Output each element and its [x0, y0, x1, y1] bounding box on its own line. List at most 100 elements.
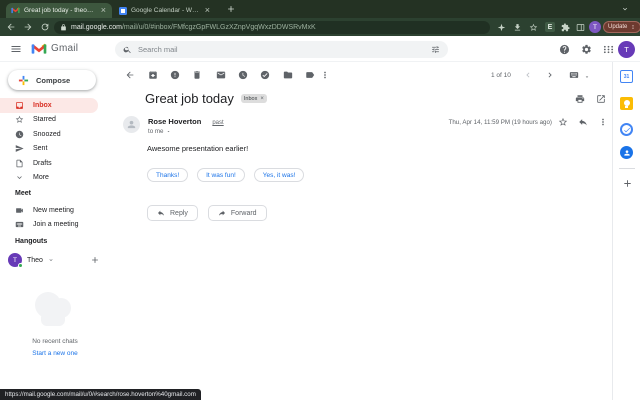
- search-bar[interactable]: [115, 41, 448, 58]
- multicolor-plus-icon: [18, 75, 29, 85]
- sidebar-item-sent[interactable]: Sent: [0, 142, 98, 157]
- sparkle-icon[interactable]: [497, 23, 506, 32]
- calendar-favicon: [119, 6, 127, 15]
- contacts-app-icon[interactable]: [620, 146, 633, 159]
- reply-arrow-icon[interactable]: [578, 117, 588, 127]
- tab-search-chevron-icon[interactable]: [621, 5, 629, 13]
- sidebar-item-starred[interactable]: Starred: [0, 113, 98, 128]
- browser-profile-avatar[interactable]: T: [589, 21, 601, 33]
- more-options-icon[interactable]: [320, 70, 330, 80]
- print-icon[interactable]: [575, 94, 585, 104]
- new-meeting-item[interactable]: New meeting: [0, 203, 110, 218]
- keep-app-icon[interactable]: [620, 97, 633, 110]
- empty-chats-illustration: [33, 290, 73, 328]
- input-tools-keyboard-icon[interactable]: [568, 70, 580, 80]
- reload-icon[interactable]: [40, 22, 50, 32]
- extension-e-icon[interactable]: E: [545, 22, 555, 32]
- star-message-icon[interactable]: [558, 117, 568, 127]
- delete-icon[interactable]: [192, 70, 202, 80]
- forward-label: Forward: [230, 209, 257, 217]
- input-tools-caret-icon[interactable]: [584, 72, 590, 82]
- new-meeting-label: New meeting: [33, 206, 74, 214]
- join-meeting-label: Join a meeting: [33, 221, 79, 229]
- tab-close-icon[interactable]: ×: [100, 6, 107, 15]
- search-input[interactable]: [138, 45, 425, 54]
- settings-gear-icon[interactable]: [581, 44, 592, 55]
- labels-icon[interactable]: [305, 70, 315, 80]
- lock-icon: [61, 23, 66, 30]
- smart-reply-chip[interactable]: Yes, it was!: [253, 168, 305, 182]
- sender-name: Rose Hoverton: [148, 117, 202, 126]
- tasks-app-icon[interactable]: [620, 123, 633, 136]
- label-remove-icon[interactable]: ×: [260, 96, 264, 102]
- older-chevron-icon[interactable]: [545, 70, 555, 80]
- update-button[interactable]: Update: [603, 21, 640, 33]
- tab-title: Great job today - theodore.bi: [24, 7, 96, 14]
- back-to-inbox-icon[interactable]: [125, 70, 135, 80]
- extensions-puzzle-icon[interactable]: [561, 22, 570, 32]
- recipient-details-toggle[interactable]: to me: [148, 128, 171, 135]
- apps-grid-icon[interactable]: [603, 44, 614, 55]
- main-menu-icon[interactable]: [10, 43, 22, 55]
- video-camera-icon: [16, 208, 23, 213]
- mark-unread-icon[interactable]: [216, 70, 226, 80]
- chevron-down-icon: [49, 259, 53, 261]
- star-icon: [15, 116, 24, 124]
- email-body: Awesome presentation earlier!: [147, 144, 249, 153]
- side-panel-divider: [619, 168, 635, 169]
- hangouts-user-row[interactable]: T Theo: [0, 252, 110, 268]
- message-more-icon[interactable]: [598, 117, 608, 127]
- report-spam-icon[interactable]: [170, 70, 180, 80]
- forward-icon[interactable]: [23, 22, 33, 32]
- sender-detail-link[interactable]: past: [212, 120, 223, 126]
- start-new-chat-link[interactable]: Start a new one: [0, 350, 110, 357]
- sidebar-item-drafts[interactable]: Drafts: [0, 156, 98, 171]
- help-icon[interactable]: [559, 44, 570, 55]
- calendar-app-icon[interactable]: 31: [620, 70, 633, 83]
- add-to-tasks-icon[interactable]: [260, 70, 270, 80]
- compose-button[interactable]: Compose: [8, 70, 96, 90]
- new-tab-button[interactable]: [226, 4, 236, 14]
- open-in-new-icon[interactable]: [596, 94, 606, 104]
- back-icon[interactable]: [6, 22, 16, 32]
- new-conversation-icon[interactable]: [90, 255, 100, 265]
- address-bar[interactable]: mail.google.com/mail/u/0/#inbox/FMfcgzGp…: [54, 20, 490, 34]
- gmail-sidebar: Compose Inbox Starred Snoozed Sent Draft…: [0, 62, 110, 400]
- smart-reply-chip[interactable]: Thanks!: [147, 168, 189, 182]
- presence-dot: [18, 263, 23, 268]
- forward-button[interactable]: Forward: [207, 205, 267, 221]
- smart-reply-chip[interactable]: It was fun!: [197, 168, 245, 182]
- sender-avatar: [123, 116, 140, 133]
- sidebar-item-inbox[interactable]: Inbox: [0, 98, 98, 113]
- hangouts-user-name: Theo: [27, 256, 43, 264]
- search-tune-icon[interactable]: [431, 45, 440, 54]
- gmail-wordmark: Gmail: [51, 43, 79, 54]
- sidebar-item-label: Starred: [33, 116, 56, 124]
- side-panel-icon[interactable]: [576, 23, 585, 32]
- account-avatar[interactable]: T: [618, 41, 635, 58]
- hangouts-avatar: T: [8, 253, 23, 268]
- get-addons-icon[interactable]: [622, 178, 633, 189]
- newer-chevron-icon[interactable]: [523, 70, 533, 80]
- email-subject: Great job today: [145, 91, 234, 106]
- sidebar-item-label: Sent: [33, 145, 48, 153]
- download-icon[interactable]: [513, 23, 522, 32]
- hangouts-section-title: Hangouts: [15, 238, 48, 245]
- tab-close-icon[interactable]: ×: [204, 6, 211, 15]
- sidebar-item-snoozed[interactable]: Snoozed: [0, 127, 98, 142]
- reply-button[interactable]: Reply: [147, 205, 198, 221]
- label-chip-inbox[interactable]: Inbox ×: [240, 94, 267, 103]
- sidebar-item-more[interactable]: More: [0, 171, 98, 186]
- gmail-favicon: [11, 7, 20, 14]
- tab-gmail[interactable]: Great job today - theodore.bi ×: [6, 3, 112, 18]
- sidebar-item-label: Inbox: [33, 101, 52, 109]
- tab-calendar[interactable]: Google Calendar - Week of A ×: [114, 3, 216, 18]
- clock-icon: [15, 130, 24, 138]
- archive-icon[interactable]: [148, 70, 158, 80]
- bookmark-star-icon[interactable]: [529, 23, 538, 32]
- move-to-folder-icon[interactable]: [283, 70, 293, 80]
- chevron-down-icon: [17, 176, 22, 180]
- tab-title: Google Calendar - Week of A: [131, 7, 200, 14]
- snooze-icon[interactable]: [238, 70, 248, 80]
- join-meeting-item[interactable]: Join a meeting: [0, 218, 110, 233]
